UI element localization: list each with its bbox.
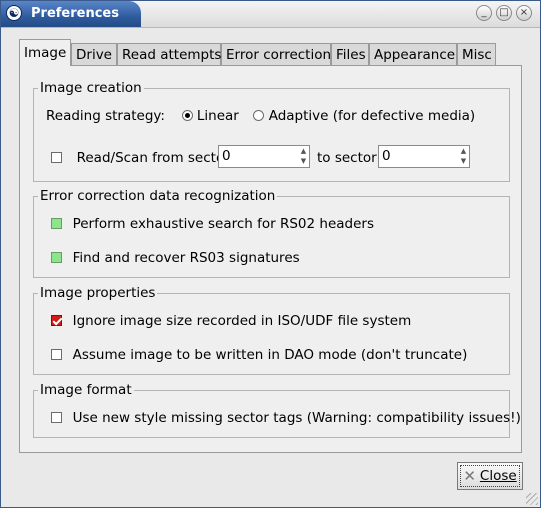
preferences-window: ☯ Preferences _ □ × Image Drive Read att… bbox=[0, 0, 541, 508]
to-sector-label: to sector bbox=[317, 150, 377, 166]
dao-row: Assume image to be written in DAO mode (… bbox=[51, 347, 467, 363]
reading-strategy-label: Reading strategy: bbox=[46, 108, 165, 124]
new-style-checkbox[interactable] bbox=[51, 412, 62, 423]
new-style-row: Use new style missing sector tags (Warni… bbox=[51, 410, 521, 426]
rs03-label[interactable]: Find and recover RS03 signatures bbox=[73, 250, 300, 266]
linear-radio[interactable] bbox=[181, 110, 193, 121]
frame-title: Image properties bbox=[38, 285, 158, 301]
close-window-button[interactable]: × bbox=[516, 5, 532, 21]
to-sector-spinner[interactable]: 0 ▲ ▼ bbox=[378, 145, 470, 168]
adaptive-label[interactable]: Adaptive (for defective media) bbox=[269, 108, 475, 124]
read-scan-label[interactable]: Read/Scan from sector bbox=[77, 150, 230, 166]
close-button-focus[interactable]: ✕ Close bbox=[460, 465, 520, 487]
close-button-label[interactable]: Close bbox=[480, 468, 517, 484]
window-title: Preferences bbox=[31, 6, 119, 21]
read-scan-checkbox[interactable] bbox=[51, 152, 62, 163]
app-icon: ☯ bbox=[6, 5, 22, 21]
ignore-size-checkbox[interactable] bbox=[51, 315, 62, 326]
tab-files[interactable]: Files bbox=[331, 43, 369, 65]
from-sector-value[interactable]: 0 bbox=[222, 148, 231, 164]
new-style-label[interactable]: Use new style missing sector tags (Warni… bbox=[73, 410, 521, 426]
image-creation-frame: Image creation Reading strategy: Linear … bbox=[33, 80, 510, 182]
image-format-frame: Image format Use new style missing secto… bbox=[33, 382, 521, 438]
dao-label[interactable]: Assume image to be written in DAO mode (… bbox=[73, 347, 468, 363]
tab-appearance[interactable]: Appearance bbox=[369, 43, 457, 65]
tab-error-correction[interactable]: Error correction bbox=[221, 43, 331, 65]
close-button[interactable]: ✕ Close bbox=[457, 462, 523, 490]
ignore-size-label[interactable]: Ignore image size recorded in ISO/UDF fi… bbox=[73, 313, 412, 329]
reading-strategy-row: Reading strategy: Linear Adaptive (for d… bbox=[46, 108, 475, 124]
resize-grip-icon[interactable] bbox=[526, 493, 538, 505]
maximize-button[interactable]: □ bbox=[496, 5, 512, 21]
ignore-size-row: Ignore image size recorded in ISO/UDF fi… bbox=[51, 313, 411, 329]
ecc-recognition-frame: Error correction data recognization Perf… bbox=[33, 188, 510, 278]
frame-title: Image format bbox=[38, 382, 134, 398]
tab-panel-image: Image creation Reading strategy: Linear … bbox=[19, 65, 522, 453]
rs03-row: Find and recover RS03 signatures bbox=[51, 250, 300, 266]
adaptive-radio[interactable] bbox=[253, 110, 265, 121]
tab-image[interactable]: Image bbox=[19, 39, 71, 66]
from-sector-spinner[interactable]: 0 ▲ ▼ bbox=[218, 145, 310, 168]
read-scan-row: Read/Scan from sector bbox=[51, 150, 230, 166]
rs02-label[interactable]: Perform exhaustive search for RS02 heade… bbox=[73, 216, 374, 232]
linear-label[interactable]: Linear bbox=[197, 108, 239, 124]
tab-read-attempts[interactable]: Read attempts bbox=[117, 43, 221, 65]
dao-checkbox[interactable] bbox=[51, 349, 62, 360]
minimize-button[interactable]: _ bbox=[476, 5, 492, 21]
spinner-arrows-icon[interactable]: ▲ ▼ bbox=[458, 146, 469, 167]
close-x-icon: ✕ bbox=[463, 466, 476, 485]
rs02-row: Perform exhaustive search for RS02 heade… bbox=[51, 216, 374, 232]
frame-title: Image creation bbox=[38, 80, 144, 96]
image-properties-frame: Image properties Ignore image size recor… bbox=[33, 285, 510, 375]
tab-drive[interactable]: Drive bbox=[71, 43, 117, 65]
title-tab: ☯ Preferences bbox=[1, 1, 141, 27]
rs03-checkbox[interactable] bbox=[51, 252, 62, 263]
spinner-arrows-icon[interactable]: ▲ ▼ bbox=[298, 146, 309, 167]
to-sector-value[interactable]: 0 bbox=[382, 148, 391, 164]
tab-misc[interactable]: Misc bbox=[457, 43, 496, 65]
title-bar[interactable]: ☯ Preferences _ □ × bbox=[1, 1, 540, 28]
frame-title: Error correction data recognization bbox=[38, 188, 278, 204]
rs02-checkbox[interactable] bbox=[51, 218, 62, 229]
